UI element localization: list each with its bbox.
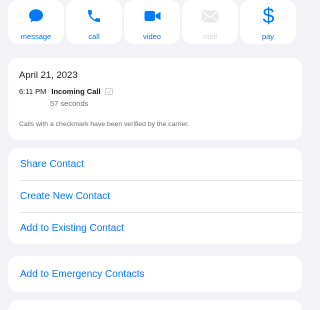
verified-checkmark-icon bbox=[104, 88, 113, 95]
contact-action-row: message call video mail $ pay bbox=[0, 0, 310, 44]
svg-text:$: $ bbox=[262, 5, 274, 27]
call-history-card: April 21, 2023 6:11 PM Incoming Call 57 … bbox=[8, 58, 302, 140]
message-icon bbox=[28, 7, 44, 25]
mail-icon bbox=[201, 7, 219, 25]
call-button[interactable]: call bbox=[66, 0, 122, 44]
mail-label: mail bbox=[203, 32, 217, 41]
emergency-card: Add to Emergency Contacts bbox=[8, 256, 302, 292]
add-to-emergency-contacts-button[interactable]: Add to Emergency Contacts bbox=[8, 256, 302, 292]
video-label: video bbox=[143, 32, 161, 41]
call-date: April 21, 2023 bbox=[19, 70, 78, 81]
message-label: message bbox=[20, 32, 52, 41]
call-entry: 6:11 PM Incoming Call bbox=[19, 87, 113, 96]
contact-options-card: Share Contact Create New Contact Add to … bbox=[8, 148, 302, 244]
call-label: call bbox=[88, 32, 100, 41]
pay-button[interactable]: $ pay bbox=[240, 0, 296, 44]
add-to-existing-contact-button[interactable]: Add to Existing Contact bbox=[8, 212, 302, 244]
call-time: 6:11 PM bbox=[19, 87, 47, 96]
verification-note: Calls with a checkmark have been verifie… bbox=[19, 121, 189, 128]
pay-label: pay bbox=[261, 32, 275, 41]
create-new-contact-button[interactable]: Create New Contact bbox=[8, 180, 302, 212]
call-type: Incoming Call bbox=[51, 87, 101, 96]
phone-icon bbox=[86, 7, 102, 25]
message-button[interactable]: message bbox=[8, 0, 64, 44]
dollar-icon: $ bbox=[262, 5, 275, 27]
video-icon bbox=[144, 7, 161, 25]
video-button[interactable]: video bbox=[124, 0, 180, 44]
call-duration: 57 seconds bbox=[50, 99, 89, 108]
share-contact-button[interactable]: Share Contact bbox=[8, 148, 302, 180]
next-section-card bbox=[8, 300, 302, 310]
mail-button[interactable]: mail bbox=[182, 0, 238, 44]
